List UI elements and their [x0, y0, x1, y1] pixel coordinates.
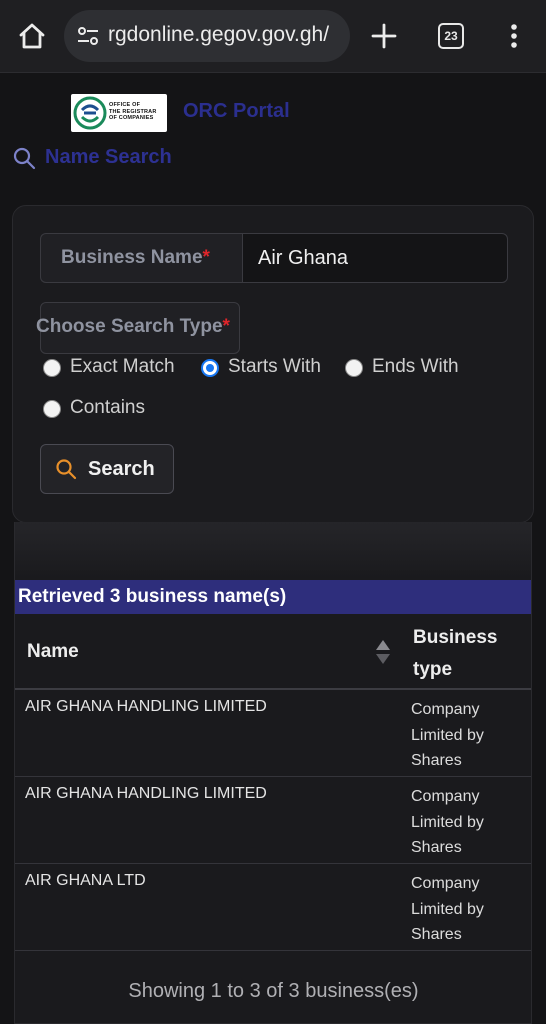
results-summary: Showing 1 to 3 of 3 business(es) [128, 980, 419, 1002]
home-icon[interactable] [16, 20, 48, 52]
tabs-icon[interactable]: 23 [438, 23, 464, 49]
search-icon [13, 147, 36, 170]
table-header: Name Business type [15, 614, 531, 690]
column-header-business-type[interactable]: Business type [413, 622, 523, 686]
results-top-gradient [15, 522, 531, 578]
cell-name: AIR GHANA HANDLING LIMITED [25, 698, 267, 715]
table-row[interactable]: AIR GHANA HANDLING LIMITED Company Limit… [15, 777, 531, 864]
cell-name: AIR GHANA HANDLING LIMITED [25, 785, 267, 802]
required-mark: * [202, 247, 210, 268]
business-name-label: Business Name* [40, 233, 242, 283]
radio-label: Contains [70, 397, 145, 418]
kebab-menu-icon[interactable] [502, 20, 526, 52]
results-panel: Retrieved 3 business name(s) Name Busine… [14, 522, 532, 1024]
portal-title[interactable]: ORC Portal [183, 100, 290, 123]
cell-business-type: Company Limited by Shares [411, 875, 484, 943]
radio-button[interactable] [43, 400, 61, 418]
radio-button[interactable] [43, 359, 61, 377]
tune-icon[interactable] [76, 24, 100, 48]
sort-icon[interactable] [375, 638, 391, 666]
radio-button-selected[interactable] [201, 359, 219, 377]
logo-text: OFFICE OF THE REGISTRAR OF COMPANIES [109, 102, 157, 122]
table-row[interactable]: AIR GHANA LTD Company Limited by Shares [15, 864, 531, 951]
label-text: Choose Search Type [36, 316, 223, 337]
orc-logo: OFFICE OF THE REGISTRAR OF COMPANIES [71, 94, 167, 132]
address-bar[interactable]: rgdonline.gegov.gov.gh/ [64, 10, 350, 62]
search-type-label: Choose Search Type* [36, 316, 230, 338]
table-row[interactable]: AIR GHANA HANDLING LIMITED Company Limit… [15, 690, 531, 777]
search-button-label: Search [88, 458, 155, 480]
url-text: rgdonline.gegov.gov.gh/ [108, 23, 330, 46]
cell-name: AIR GHANA LTD [25, 872, 146, 889]
search-button[interactable]: Search [40, 444, 174, 494]
radio-label: Exact Match [70, 356, 175, 377]
browser-toolbar: rgdonline.gegov.gov.gh/ 23 [0, 0, 546, 73]
results-banner: Retrieved 3 business name(s) [15, 580, 531, 614]
section-title: Name Search [45, 146, 172, 168]
label-text: Business Name [61, 247, 203, 268]
search-icon [56, 459, 77, 480]
radio-button[interactable] [345, 359, 363, 377]
radio-label: Ends With [372, 356, 459, 377]
orc-logo-mark-icon [73, 96, 107, 130]
search-form: Business Name* Choose Search Type* Exact… [12, 205, 534, 523]
required-mark: * [222, 316, 230, 337]
cell-business-type: Company Limited by Shares [411, 701, 484, 769]
plus-icon[interactable] [368, 20, 400, 52]
cell-business-type: Company Limited by Shares [411, 788, 484, 856]
column-header-name[interactable]: Name [27, 641, 79, 663]
radio-label: Starts With [228, 356, 321, 377]
business-name-input[interactable] [242, 233, 508, 283]
logo-line: OF COMPANIES [109, 115, 154, 121]
